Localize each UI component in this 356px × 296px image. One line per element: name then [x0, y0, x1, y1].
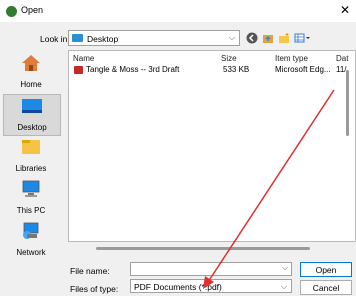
annotation-arrow — [203, 89, 335, 289]
